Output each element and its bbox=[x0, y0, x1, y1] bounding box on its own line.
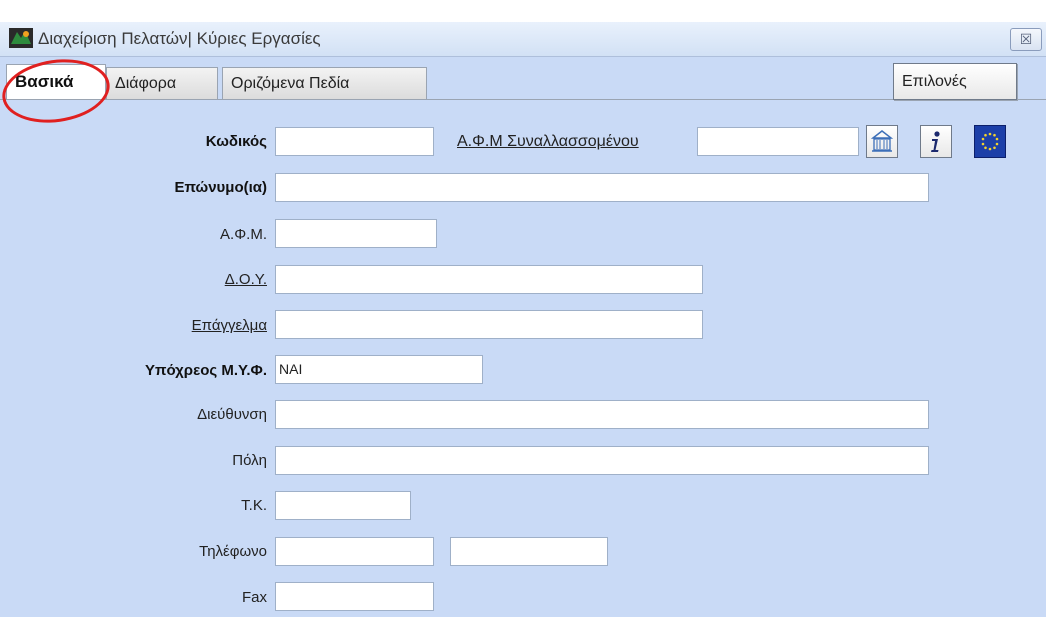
address-field[interactable] bbox=[275, 400, 929, 429]
myf-field[interactable]: ΝΑΙ bbox=[275, 355, 483, 384]
info-button[interactable] bbox=[920, 125, 952, 158]
options-button[interactable]: Επιλονές bbox=[893, 63, 1017, 100]
close-button[interactable]: ☒ bbox=[1010, 28, 1042, 51]
fax-label: Fax bbox=[241, 589, 267, 606]
phone-label: Τηλέφωνο bbox=[199, 543, 267, 560]
myf-label: Υπόχρεος Μ.Υ.Φ. bbox=[145, 362, 267, 379]
surname-field[interactable] bbox=[275, 173, 929, 202]
city-field[interactable] bbox=[275, 446, 929, 475]
eu-flag-icon bbox=[977, 129, 1003, 154]
info-icon bbox=[931, 131, 940, 152]
profession-link[interactable]: Επάγγελμα bbox=[192, 317, 267, 334]
city-label: Πόλη bbox=[232, 452, 267, 469]
taxis-building-button[interactable] bbox=[866, 125, 898, 158]
surname-label: Επώνυμο(ια) bbox=[174, 179, 267, 196]
postcode-field[interactable] bbox=[275, 491, 411, 520]
window-title: Διαχείριση Πελατών| Κύριες Εργασίες bbox=[38, 29, 321, 48]
doy-link[interactable]: Δ.Ο.Υ. bbox=[225, 271, 267, 288]
afm-field[interactable] bbox=[275, 219, 437, 248]
top-strip bbox=[0, 0, 1046, 22]
window: Διαχείριση Πελατών| Κύριες Εργασίες ☒ Βα… bbox=[0, 0, 1046, 617]
counterparty-afm-link[interactable]: Α.Φ.Μ Συναλλασσομένου bbox=[457, 133, 639, 151]
fax-field[interactable] bbox=[275, 582, 434, 611]
address-label: Διεύθυνση bbox=[197, 406, 267, 423]
tab-custom-fields[interactable]: Οριζόμενα Πεδία bbox=[222, 67, 427, 99]
phone2-field[interactable] bbox=[450, 537, 608, 566]
tab-divider bbox=[0, 99, 1046, 100]
counterparty-afm-field[interactable] bbox=[697, 127, 859, 156]
code-field[interactable] bbox=[275, 127, 434, 156]
app-logo-icon bbox=[9, 28, 33, 48]
profession-field[interactable] bbox=[275, 310, 703, 339]
phone-field[interactable] bbox=[275, 537, 434, 566]
code-label: Κωδικός bbox=[205, 133, 267, 150]
doy-field[interactable] bbox=[275, 265, 703, 294]
tab-misc[interactable]: Διάφορα bbox=[106, 67, 218, 99]
eu-vies-button[interactable] bbox=[974, 125, 1006, 158]
postcode-label: Τ.Κ. bbox=[241, 497, 267, 514]
taxis-building-icon bbox=[870, 130, 894, 152]
afm-label: Α.Φ.Μ. bbox=[220, 226, 267, 243]
